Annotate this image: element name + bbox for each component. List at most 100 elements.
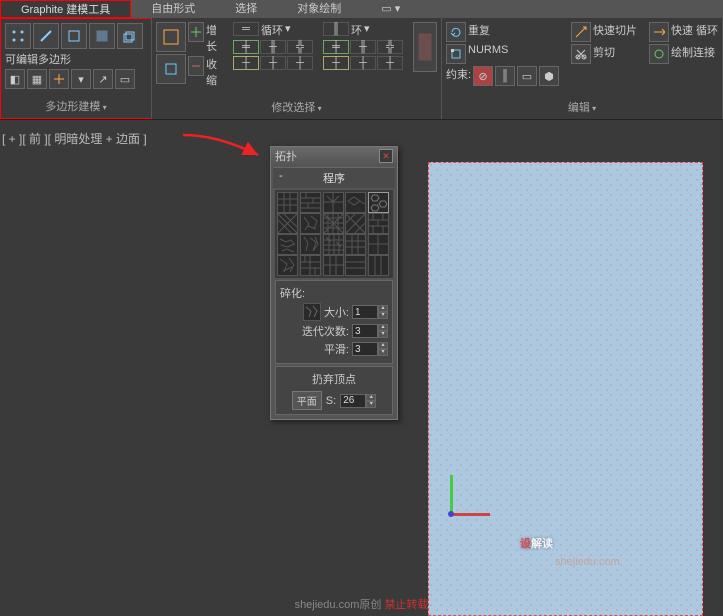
ring-btn-1[interactable]: ║: [323, 22, 349, 36]
size-input[interactable]: [352, 305, 378, 319]
pattern-13[interactable]: [323, 234, 344, 255]
pattern-5-selected[interactable]: [368, 192, 389, 213]
subobj-edge-button[interactable]: [33, 23, 59, 49]
toggle-2-button[interactable]: ▦: [27, 69, 47, 89]
toggle-5-button[interactable]: ↗: [93, 69, 113, 89]
loop-opt-4[interactable]: ┼: [233, 56, 259, 70]
pattern-7[interactable]: [300, 213, 321, 234]
size-down[interactable]: ▾: [378, 312, 388, 319]
size-up[interactable]: ▴: [378, 305, 388, 312]
repeat-label: 重复: [468, 22, 490, 42]
preview-button[interactable]: ▭: [115, 69, 135, 89]
constrain-4-button[interactable]: ⬢: [539, 66, 559, 86]
subobj-vertex-button[interactable]: [5, 23, 31, 49]
tab-paint[interactable]: 对象绘制: [277, 0, 361, 18]
s-input[interactable]: [340, 394, 366, 408]
transform-gizmo[interactable]: [440, 475, 500, 535]
pattern-19[interactable]: [345, 255, 366, 276]
annotation-arrow: [178, 130, 263, 160]
ring-opt-2[interactable]: ╫: [350, 40, 376, 54]
loop-dropdown-icon[interactable]: ▾: [285, 22, 291, 38]
pattern-17[interactable]: [300, 255, 321, 276]
quickslice-button[interactable]: [571, 22, 591, 42]
grow-shrink-1-button[interactable]: [156, 22, 186, 52]
ring-opt-3[interactable]: ╬: [377, 40, 403, 54]
loop-opt-5[interactable]: ┼: [260, 56, 286, 70]
pattern-1[interactable]: [277, 192, 298, 213]
panel-label-poly-model[interactable]: 多边形建模: [3, 96, 149, 116]
cut-button[interactable]: [571, 44, 591, 64]
toggle-3-button[interactable]: [49, 69, 69, 89]
pattern-18[interactable]: [323, 255, 344, 276]
size-label: 大小:: [324, 304, 349, 320]
ring-opt-6[interactable]: ┼: [377, 56, 403, 70]
fragment-preview-icon[interactable]: [303, 303, 321, 321]
fill-button[interactable]: [413, 22, 437, 72]
pattern-8[interactable]: [323, 213, 344, 234]
pattern-15[interactable]: [368, 234, 389, 255]
close-icon[interactable]: ✕: [379, 149, 393, 163]
loop-label: 循环: [261, 22, 283, 38]
pattern-16[interactable]: [277, 255, 298, 276]
plane-button[interactable]: 平面: [292, 391, 322, 410]
pattern-6[interactable]: [277, 213, 298, 234]
constrain-1-button[interactable]: ⊘: [473, 66, 493, 86]
panel-label-modify-sel[interactable]: 修改选择: [154, 97, 439, 117]
quickloop-button[interactable]: [649, 22, 669, 42]
constrain-2-button[interactable]: ║: [495, 66, 515, 86]
hex-plane-object[interactable]: [428, 162, 703, 616]
pattern-12[interactable]: [300, 234, 321, 255]
s-down[interactable]: ▾: [366, 401, 376, 408]
iter-down[interactable]: ▾: [378, 331, 388, 338]
subobj-element-button[interactable]: [117, 23, 143, 49]
loop-btn-1[interactable]: ═: [233, 22, 259, 36]
pattern-9[interactable]: [345, 213, 366, 234]
iter-input[interactable]: [352, 324, 378, 338]
viewport-label[interactable]: [ + ][ 前 ][ 明暗处理 + 边面 ]: [2, 130, 147, 147]
subobj-polygon-button[interactable]: [89, 23, 115, 49]
section-header[interactable]: -程序: [273, 167, 395, 188]
smooth-up[interactable]: ▴: [378, 342, 388, 349]
smooth-input[interactable]: [352, 342, 378, 356]
pattern-14[interactable]: [345, 234, 366, 255]
ring-opt-5[interactable]: ┼: [350, 56, 376, 70]
tab-freeform[interactable]: 自由形式: [131, 0, 215, 18]
ring-dropdown-icon[interactable]: ▾: [364, 22, 370, 38]
loop-opt-3[interactable]: ╬: [287, 40, 313, 54]
shrink-icon-button[interactable]: [188, 56, 204, 76]
smooth-down[interactable]: ▾: [378, 349, 388, 356]
panel-label-edit[interactable]: 编辑: [444, 97, 720, 117]
paintconnect-button[interactable]: [649, 44, 669, 64]
tab-select[interactable]: 选择: [215, 0, 277, 18]
pattern-20[interactable]: [368, 255, 389, 276]
tab-caption-bar-icon[interactable]: ▭ ▾: [361, 0, 420, 18]
quickslice-label: 快速切片: [593, 22, 637, 42]
gizmo-y-axis[interactable]: [450, 475, 453, 515]
tab-graphite[interactable]: Graphite 建模工具: [0, 0, 131, 18]
loop-opt-2[interactable]: ╫: [260, 40, 286, 54]
toggle-4-button[interactable]: ▾: [71, 69, 91, 89]
iter-up[interactable]: ▴: [378, 324, 388, 331]
repeat-button[interactable]: [446, 22, 466, 42]
dialog-titlebar[interactable]: 拓扑 ✕: [271, 147, 397, 165]
pattern-11[interactable]: [277, 234, 298, 255]
gizmo-z-axis[interactable]: [448, 511, 454, 517]
toggle-1-button[interactable]: ◧: [5, 69, 25, 89]
loop-opt-6[interactable]: ┼: [287, 56, 313, 70]
gizmo-x-axis[interactable]: [450, 513, 490, 516]
nurms-button[interactable]: [446, 44, 466, 64]
constrain-3-button[interactable]: ▭: [517, 66, 537, 86]
ring-opt-4[interactable]: ┼: [323, 56, 349, 70]
pattern-2[interactable]: [300, 192, 321, 213]
subobj-border-button[interactable]: [61, 23, 87, 49]
grow-shrink-2-button[interactable]: [156, 54, 186, 84]
pattern-3[interactable]: [323, 192, 344, 213]
pattern-10[interactable]: [368, 213, 389, 234]
loop-opt-1[interactable]: ╪: [233, 40, 259, 54]
grow-icon-button[interactable]: [188, 22, 204, 42]
pattern-4[interactable]: [345, 192, 366, 213]
tab-bar: Graphite 建模工具 自由形式 选择 对象绘制 ▭ ▾: [0, 0, 723, 18]
watermark: 设解读: [520, 522, 553, 554]
ring-opt-1[interactable]: ╪: [323, 40, 349, 54]
s-up[interactable]: ▴: [366, 394, 376, 401]
